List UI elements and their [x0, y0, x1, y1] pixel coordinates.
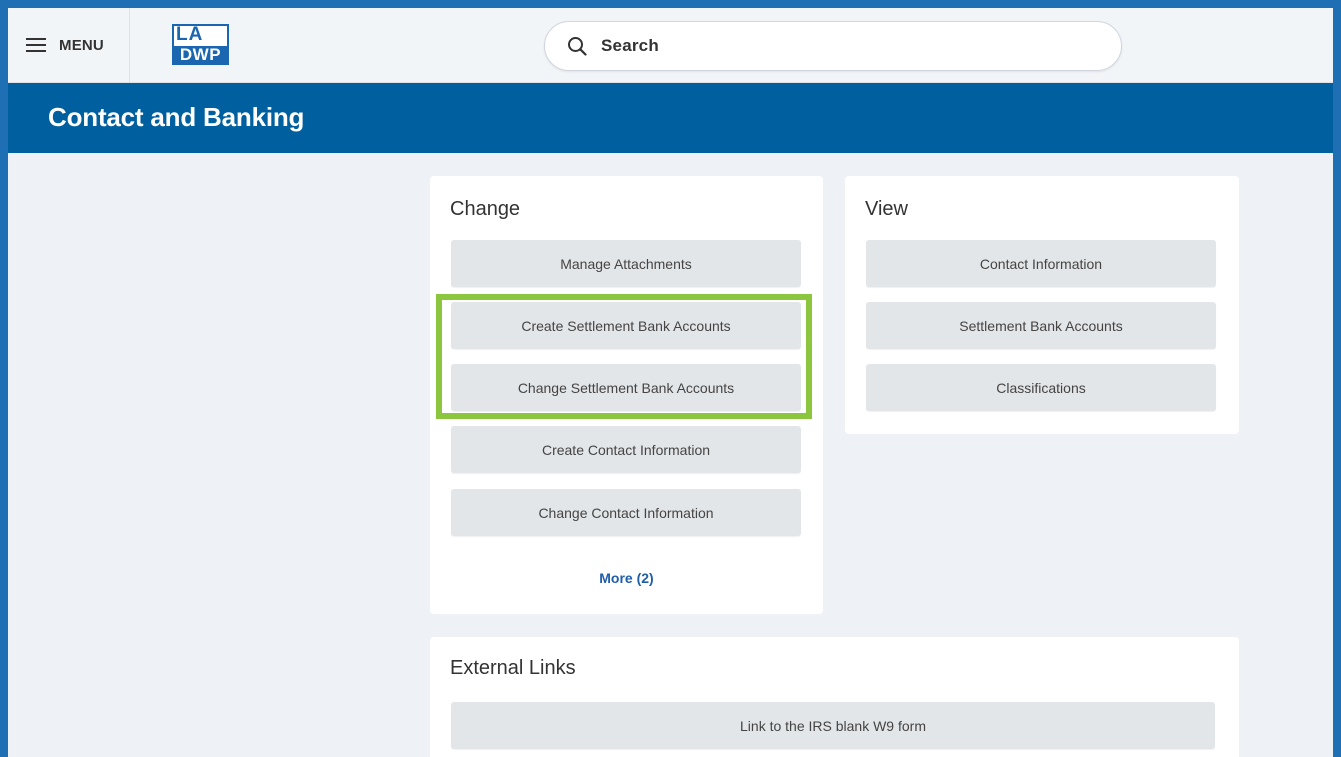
create-settlement-bank-accounts-button[interactable]: Create Settlement Bank Accounts [451, 302, 801, 349]
hamburger-menu-icon [26, 38, 46, 52]
settlement-bank-accounts-button[interactable]: Settlement Bank Accounts [866, 302, 1216, 349]
search-bar[interactable]: Search [544, 21, 1122, 71]
manage-attachments-button[interactable]: Manage Attachments [451, 240, 801, 287]
page-title: Contact and Banking [48, 102, 305, 132]
contact-information-button[interactable]: Contact Information [866, 240, 1216, 287]
logo-line-2: DWP [174, 46, 227, 63]
change-contact-information-button[interactable]: Change Contact Information [451, 489, 801, 536]
menu-button[interactable]: MENU [8, 8, 130, 82]
page-header-banner: Contact and Banking [8, 83, 1333, 153]
external-links-card: External Links Link to the IRS blank W9 … [430, 637, 1239, 757]
view-card: View Contact Information Settlement Bank… [845, 176, 1239, 434]
external-links-card-title: External Links [450, 657, 576, 679]
classifications-button[interactable]: Classifications [866, 364, 1216, 411]
app-frame: MENU LA DWP Search Contact and Banking C… [0, 0, 1341, 757]
more-actions-link[interactable]: More (2) [430, 570, 823, 586]
view-card-title: View [865, 198, 908, 220]
logo-line-1: LA [176, 24, 204, 45]
change-settlement-bank-accounts-button[interactable]: Change Settlement Bank Accounts [451, 364, 801, 411]
change-card: Change Manage Attachments Create Settlem… [430, 176, 823, 614]
search-icon [568, 37, 587, 56]
top-navigation-bar: MENU LA DWP Search [8, 8, 1333, 83]
ladwp-logo[interactable]: LA DWP [172, 24, 229, 65]
menu-label: MENU [59, 36, 104, 54]
create-contact-information-button[interactable]: Create Contact Information [451, 426, 801, 473]
search-input[interactable]: Search [601, 36, 659, 56]
change-card-title: Change [450, 198, 521, 220]
irs-w9-form-link-button[interactable]: Link to the IRS blank W9 form [451, 702, 1215, 749]
